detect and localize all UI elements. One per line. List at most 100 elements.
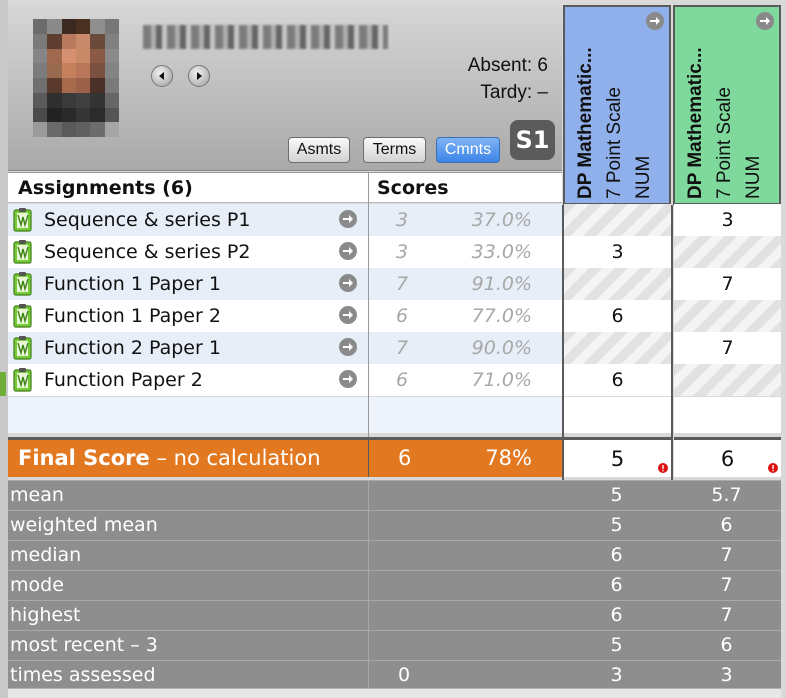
grade-cell[interactable]	[674, 236, 781, 268]
assignment-row[interactable]: Sequence & series P2 3 33.0%	[8, 236, 562, 268]
final-grade-value: 6	[720, 446, 735, 471]
go-arrow-icon[interactable]	[338, 209, 358, 229]
grade-cell[interactable]: 7	[674, 332, 781, 364]
go-arrow-icon[interactable]	[338, 241, 358, 261]
grade-cell[interactable]	[564, 268, 671, 300]
assignment-name: Function 1 Paper 1	[44, 273, 221, 295]
go-arrow-icon[interactable]	[338, 273, 358, 293]
assignment-name: Sequence & series P1	[44, 209, 251, 231]
assignment-name: Sequence & series P2	[44, 241, 251, 263]
assignments-header: Assignments (6) Scores	[8, 172, 562, 203]
stat-value-col1: 6	[610, 544, 623, 566]
clipboard-icon	[13, 240, 32, 264]
standard-column-header-1[interactable]: DP Mathematic... 7 Point Scale NUM	[563, 5, 671, 205]
assignment-percent: 90.0%	[471, 337, 532, 359]
column-type: NUM	[633, 155, 654, 199]
empty-row	[8, 397, 562, 433]
column-divider	[368, 172, 369, 437]
final-grade-cell-1[interactable]: 5	[564, 437, 671, 477]
student-photo	[33, 19, 119, 137]
assignment-percent: 77.0%	[471, 305, 532, 327]
grade-cell[interactable]: 6	[564, 364, 671, 396]
stat-label: most recent – 3	[10, 634, 158, 656]
stat-label: weighted mean	[10, 514, 158, 536]
final-score-percent: 78%	[485, 446, 532, 470]
empty-grade-cell	[674, 397, 781, 433]
absent-count: Absent: 6	[467, 55, 548, 76]
tab-cmnts[interactable]: Cmnts	[436, 137, 500, 163]
student-name-redacted	[143, 25, 388, 49]
student-header: Absent: 6 Tardy: – Asmts Terms Cmnts S1	[8, 5, 562, 171]
grade-cell[interactable]: 6	[564, 300, 671, 332]
column-scale: 7 Point Scale	[714, 87, 735, 199]
go-arrow-icon[interactable]	[338, 305, 358, 325]
stat-label: median	[10, 544, 82, 566]
final-grade-cell-2[interactable]: 6	[674, 437, 781, 477]
stat-row: times assessed 0 3 3	[8, 660, 781, 690]
clipboard-icon	[13, 208, 32, 232]
stat-value-col2: 6	[720, 514, 733, 536]
scores-header-label[interactable]: Scores	[377, 177, 449, 199]
stat-row: highest 6 7	[8, 600, 781, 630]
go-arrow-icon[interactable]	[338, 337, 358, 357]
column-divider	[368, 480, 369, 688]
assignment-score: 7	[396, 337, 409, 359]
assignments-header-label[interactable]: Assignments (6)	[18, 177, 193, 199]
assignment-score: 6	[396, 369, 409, 391]
final-grade-value: 5	[610, 446, 625, 471]
stat-value-col2: 7	[720, 574, 733, 596]
assignment-row[interactable]: Function Paper 2 6 71.0%	[8, 364, 562, 396]
stat-value-col2: 7	[720, 604, 733, 626]
stat-value-col2: 6	[720, 634, 733, 656]
tab-terms[interactable]: Terms	[363, 137, 426, 163]
stat-value-col1: 5	[610, 484, 623, 506]
assignment-score: 7	[396, 273, 409, 295]
go-arrow-icon[interactable]	[755, 11, 775, 31]
next-student-button[interactable]	[188, 65, 210, 87]
assignment-row[interactable]: Function 1 Paper 2 6 77.0%	[8, 300, 562, 332]
arrow-left-icon	[159, 72, 164, 80]
grade-cell[interactable]: 3	[674, 204, 781, 236]
assignment-name: Function 2 Paper 1	[44, 337, 221, 359]
assignment-percent: 37.0%	[471, 209, 532, 231]
tab-asmts[interactable]: Asmts	[288, 137, 350, 163]
column-scale: 7 Point Scale	[604, 87, 625, 199]
stat-row: mean 5 5.7	[8, 480, 781, 510]
grade-cell[interactable]	[564, 204, 671, 236]
grade-cell[interactable]	[674, 364, 781, 396]
assignment-score: 3	[396, 209, 409, 231]
clipboard-icon	[13, 368, 32, 392]
final-score-label: Final Score – no calculation	[18, 446, 321, 470]
assignment-row[interactable]: Function 1 Paper 1 7 91.0%	[8, 268, 562, 300]
final-score-value: 6	[398, 446, 412, 470]
assignment-percent: 71.0%	[471, 369, 532, 391]
column-divider	[368, 440, 369, 477]
column-title: DP Mathematic...	[575, 47, 596, 199]
tardy-count: Tardy: –	[480, 82, 548, 103]
grade-cell[interactable]: 3	[564, 236, 671, 268]
bottom-toolbar	[8, 688, 781, 698]
standard-column-header-2[interactable]: DP Mathematic... 7 Point Scale NUM	[673, 5, 781, 205]
grade-cell[interactable]	[674, 300, 781, 332]
assignment-row[interactable]: Sequence & series P1 3 37.0%	[8, 204, 562, 236]
term-badge[interactable]: S1	[510, 120, 555, 160]
column-title: DP Mathematic...	[685, 47, 706, 199]
selection-marker	[0, 372, 6, 396]
go-arrow-icon[interactable]	[645, 11, 665, 31]
stat-row: most recent – 3 5 6	[8, 630, 781, 660]
previous-student-button[interactable]	[151, 65, 173, 87]
grade-cell[interactable]	[564, 332, 671, 364]
assignment-score: 6	[396, 305, 409, 327]
grade-cell[interactable]: 7	[674, 268, 781, 300]
go-arrow-icon[interactable]	[338, 369, 358, 389]
stat-label: mode	[10, 574, 64, 596]
stat-value-col2: 5.7	[711, 484, 742, 506]
stat-label: times assessed	[10, 664, 156, 686]
stat-value-col1: 3	[610, 664, 623, 686]
assignment-percent: 91.0%	[471, 273, 532, 295]
final-score-bar: Final Score – no calculation 6 78%	[8, 437, 562, 477]
assignment-row[interactable]: Function 2 Paper 1 7 90.0%	[8, 332, 562, 364]
stat-value-col1: 6	[610, 574, 623, 596]
stat-row: median 6 7	[8, 540, 781, 570]
stat-row: mode 6 7	[8, 570, 781, 600]
